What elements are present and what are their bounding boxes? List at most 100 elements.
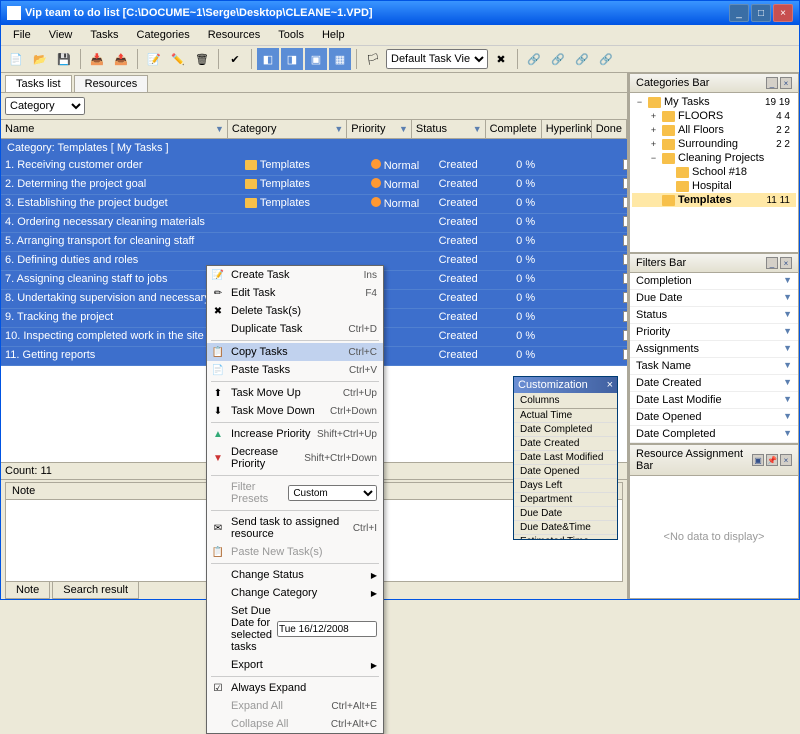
filter-item[interactable]: Date Last Modifie▼: [630, 392, 798, 409]
ctx-move-up[interactable]: ⬆Task Move UpCtrl+Up: [207, 384, 383, 402]
tree-item[interactable]: +Surrounding2 2: [632, 137, 796, 151]
tab-note[interactable]: Note: [5, 582, 50, 599]
ctx-decrease-priority[interactable]: ▼Decrease PriorityShift+Ctrl+Down: [207, 443, 383, 473]
customization-item[interactable]: Date Last Modified: [514, 451, 617, 465]
catbar-collapse-icon[interactable]: _: [766, 77, 778, 89]
customization-close-icon[interactable]: ×: [607, 379, 613, 391]
filter-item[interactable]: Date Created▼: [630, 375, 798, 392]
tab-search-result[interactable]: Search result: [52, 582, 139, 599]
menu-resources[interactable]: Resources: [200, 27, 269, 43]
view-selector[interactable]: Default Task Vie: [386, 49, 488, 69]
filter-item[interactable]: Date Completed▼: [630, 426, 798, 443]
menu-file[interactable]: File: [5, 27, 39, 43]
table-row[interactable]: 2. Determing the project goal Templates …: [1, 176, 627, 195]
customization-item[interactable]: Estimated Time: [514, 535, 617, 539]
tb-blue3-icon[interactable]: ▣: [305, 48, 327, 70]
customization-tab-columns[interactable]: Columns: [514, 393, 617, 409]
group-header[interactable]: Category: Templates [ My Tasks ]: [1, 139, 627, 157]
filter-item[interactable]: Status▼: [630, 307, 798, 324]
menu-view[interactable]: View: [41, 27, 81, 43]
category-filter[interactable]: Category: [5, 97, 85, 115]
filters-close-icon[interactable]: ×: [780, 257, 792, 269]
tree-item[interactable]: Hospital: [632, 179, 796, 193]
tree-item[interactable]: +All Floors2 2: [632, 123, 796, 137]
table-row[interactable]: 4. Ordering necessary cleaning materials…: [1, 214, 627, 233]
ctx-delete-task[interactable]: ✖Delete Task(s): [207, 302, 383, 320]
customization-item[interactable]: Date Created: [514, 437, 617, 451]
resbar-pin-icon[interactable]: 📌: [766, 454, 778, 466]
col-category[interactable]: Category▼: [228, 120, 347, 138]
tb-check-icon[interactable]: ✔: [224, 48, 246, 70]
tree-item[interactable]: Templates11 11: [632, 193, 796, 207]
filter-item[interactable]: Assignments▼: [630, 341, 798, 358]
maximize-button[interactable]: □: [751, 4, 771, 22]
tb-link3-icon[interactable]: 🔗: [571, 48, 593, 70]
col-name[interactable]: Name▼: [1, 120, 228, 138]
tb-open-icon[interactable]: 📂: [29, 48, 51, 70]
tree-item[interactable]: −Cleaning Projects: [632, 151, 796, 165]
menu-tasks[interactable]: Tasks: [82, 27, 126, 43]
ctx-send-task[interactable]: ✉Send task to assigned resourceCtrl+I: [207, 513, 383, 543]
tb-blue4-icon[interactable]: ▦: [329, 48, 351, 70]
tb-export-icon[interactable]: 📤: [110, 48, 132, 70]
ctx-duplicate-task[interactable]: Duplicate TaskCtrl+D: [207, 320, 383, 338]
filter-item[interactable]: Due Date▼: [630, 290, 798, 307]
tb-delete2-icon[interactable]: ✖: [490, 48, 512, 70]
ctx-edit-task[interactable]: ✏Edit TaskF4: [207, 284, 383, 302]
table-row[interactable]: 3. Establishing the project budget Templ…: [1, 195, 627, 214]
col-priority[interactable]: Priority▼: [347, 120, 412, 138]
customization-item[interactable]: Department: [514, 493, 617, 507]
ctx-change-status[interactable]: Change Status▶: [207, 566, 383, 584]
ctx-create-task[interactable]: 📝Create TaskIns: [207, 266, 383, 284]
menu-tools[interactable]: Tools: [270, 27, 312, 43]
tab-resources[interactable]: Resources: [74, 75, 149, 92]
tb-new-icon[interactable]: 📄: [5, 48, 27, 70]
customization-item[interactable]: Actual Time: [514, 409, 617, 423]
filters-collapse-icon[interactable]: _: [766, 257, 778, 269]
tb-edit-task-icon[interactable]: ✏️: [167, 48, 189, 70]
tb-blue1-icon[interactable]: ◧: [257, 48, 279, 70]
col-done[interactable]: Done: [592, 120, 627, 138]
menu-help[interactable]: Help: [314, 27, 353, 43]
tb-new-task-icon[interactable]: 📝: [143, 48, 165, 70]
menu-categories[interactable]: Categories: [129, 27, 198, 43]
catbar-close-icon[interactable]: ×: [780, 77, 792, 89]
tree-item[interactable]: School #18: [632, 165, 796, 179]
col-status[interactable]: Status▼: [412, 120, 486, 138]
ctx-set-due-date[interactable]: Set Due Date for selected tasks: [207, 602, 383, 656]
due-date-input[interactable]: [277, 621, 377, 637]
filter-item[interactable]: Date Opened▼: [630, 409, 798, 426]
col-complete[interactable]: Complete: [486, 120, 542, 138]
ctx-increase-priority[interactable]: ▲Increase PriorityShift+Ctrl+Up: [207, 425, 383, 443]
customization-item[interactable]: Date Opened: [514, 465, 617, 479]
categories-tree[interactable]: −My Tasks19 19+FLOORS4 4+All Floors2 2+S…: [629, 93, 799, 253]
customization-item[interactable]: Due Date: [514, 507, 617, 521]
tree-item[interactable]: +FLOORS4 4: [632, 109, 796, 123]
filter-item[interactable]: Priority▼: [630, 324, 798, 341]
resbar-close-icon[interactable]: ×: [780, 454, 792, 466]
filter-item[interactable]: Task Name▼: [630, 358, 798, 375]
tb-link1-icon[interactable]: 🔗: [523, 48, 545, 70]
filter-item[interactable]: Completion▼: [630, 273, 798, 290]
table-row[interactable]: 5. Arranging transport for cleaning staf…: [1, 233, 627, 252]
ctx-paste-tasks[interactable]: 📄Paste TasksCtrl+V: [207, 361, 383, 379]
tb-flag-icon[interactable]: 🏳: [362, 48, 384, 70]
close-button[interactable]: ×: [773, 4, 793, 22]
col-hyperlink[interactable]: Hyperlink: [542, 120, 592, 138]
tb-blue2-icon[interactable]: ◨: [281, 48, 303, 70]
ctx-copy-tasks[interactable]: 📋Copy TasksCtrl+C: [207, 343, 383, 361]
customization-item[interactable]: Due Date&Time: [514, 521, 617, 535]
resbar-expand-icon[interactable]: ▣: [752, 454, 764, 466]
tb-link4-icon[interactable]: 🔗: [595, 48, 617, 70]
ctx-export[interactable]: Export▶: [207, 656, 383, 674]
customization-item[interactable]: Days Left: [514, 479, 617, 493]
tb-save-icon[interactable]: 💾: [53, 48, 75, 70]
tb-import-icon[interactable]: 📥: [86, 48, 108, 70]
ctx-always-expand[interactable]: ☑Always Expand: [207, 679, 383, 697]
customization-item[interactable]: Date Completed: [514, 423, 617, 437]
ctx-change-category[interactable]: Change Category▶: [207, 584, 383, 602]
tb-link2-icon[interactable]: 🔗: [547, 48, 569, 70]
filter-preset-select[interactable]: Custom: [288, 485, 377, 501]
minimize-button[interactable]: _: [729, 4, 749, 22]
ctx-move-down[interactable]: ⬇Task Move DownCtrl+Down: [207, 402, 383, 420]
